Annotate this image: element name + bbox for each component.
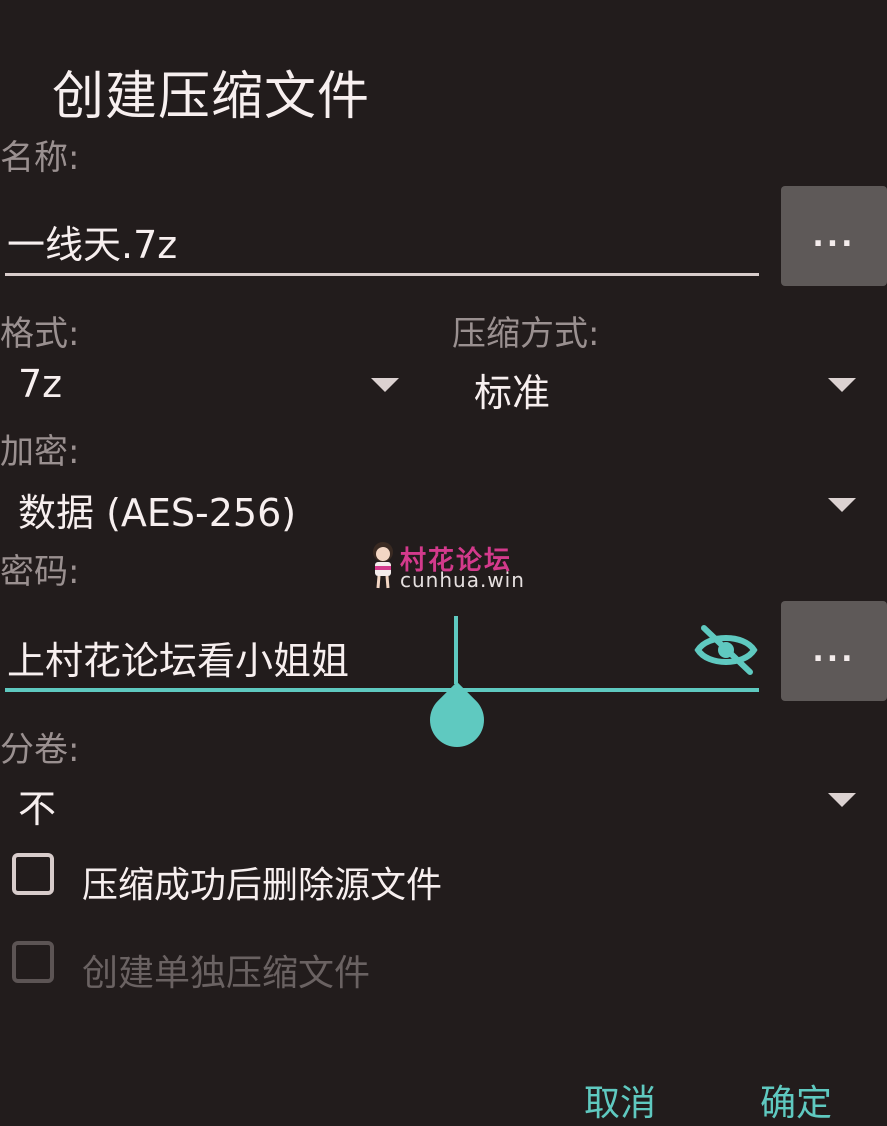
delete-source-checkbox[interactable]	[12, 853, 54, 895]
chevron-down-icon	[828, 793, 856, 807]
password-value: 上村花论坛看小姐姐	[7, 639, 350, 683]
name-field[interactable]: 一线天.7z	[5, 190, 759, 276]
password-field[interactable]: 上村花论坛看小姐姐	[5, 610, 759, 694]
separate-archive-option: 创建单独压缩文件	[12, 938, 432, 994]
split-label: 分卷:	[0, 730, 80, 770]
encryption-value: 数据 (AES-256)	[18, 491, 297, 535]
browse-label: ...	[812, 218, 856, 254]
watermark-girl-icon	[373, 542, 393, 589]
cancel-button[interactable]: 取消	[584, 1074, 656, 1126]
format-dropdown[interactable]: 7z	[0, 350, 420, 420]
split-dropdown[interactable]: 不	[0, 766, 880, 836]
encryption-label: 加密:	[0, 432, 80, 472]
watermark-url: cunhua.win	[400, 568, 525, 592]
delete-source-option[interactable]: 压缩成功后删除源文件	[12, 850, 492, 906]
delete-source-label: 压缩成功后删除源文件	[82, 865, 443, 906]
compression-method-value: 标准	[474, 371, 551, 415]
name-browse-button[interactable]: ...	[781, 186, 887, 286]
eye-off-icon[interactable]	[694, 624, 758, 676]
name-underline	[5, 273, 759, 276]
password-options-button[interactable]: ...	[781, 601, 887, 701]
password-options-label: ...	[812, 633, 856, 669]
password-label: 密码:	[0, 552, 80, 592]
name-label: 名称:	[0, 138, 80, 178]
chevron-down-icon	[371, 378, 399, 392]
separate-archive-label: 创建单独压缩文件	[82, 953, 371, 994]
separate-archive-checkbox	[12, 941, 54, 983]
encryption-dropdown[interactable]: 数据 (AES-256)	[0, 470, 880, 540]
chevron-down-icon	[828, 498, 856, 512]
compression-method-label: 压缩方式:	[452, 314, 600, 354]
format-label: 格式:	[0, 314, 80, 354]
split-value: 不	[18, 787, 57, 831]
watermark: 村花论坛 cunhua.win	[366, 540, 526, 592]
confirm-button[interactable]: 确定	[760, 1074, 832, 1126]
compression-method-dropdown[interactable]: 标准	[452, 350, 872, 420]
name-value: 一线天.7z	[7, 223, 178, 267]
password-underline	[5, 688, 759, 692]
format-value: 7z	[18, 362, 63, 406]
dialog-title: 创建压缩文件	[52, 67, 371, 127]
chevron-down-icon	[828, 378, 856, 392]
text-cursor	[454, 616, 458, 684]
